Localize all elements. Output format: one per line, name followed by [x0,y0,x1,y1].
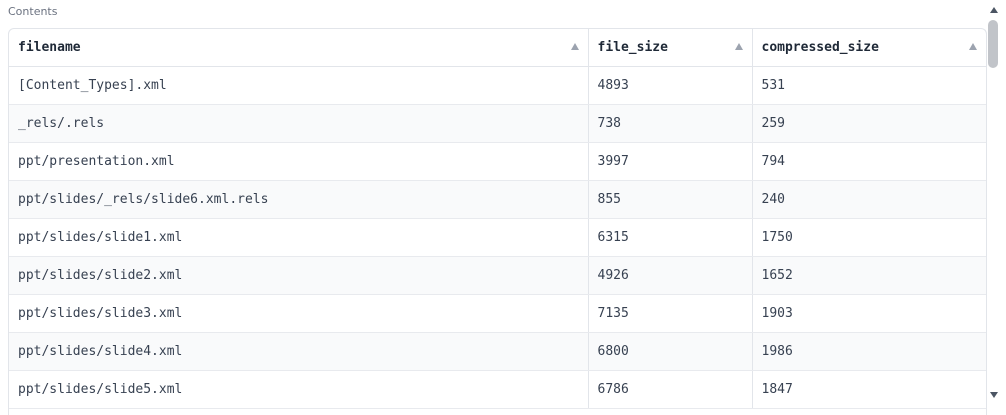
scrollbar-thumb[interactable] [988,20,998,68]
cell-compressed-size: 1986 [751,332,986,371]
sort-ascending-icon[interactable] [969,43,977,50]
table-row[interactable]: _rels/.rels 738 259 [9,104,986,143]
cell-filename: ppt/slides/slide5.xml [9,370,588,409]
cell-file-size: 6786 [587,370,752,409]
column-header-label: file_size [597,40,668,55]
table-row[interactable]: ppt/slides/slide3.xml 7135 1903 [9,294,986,333]
column-header-label: filename [18,40,81,55]
cell-compressed-size: 531 [751,66,986,105]
cell-compressed-size: 259 [751,104,986,143]
section-label: Contents [8,5,58,18]
column-header-label: compressed_size [761,40,879,55]
table-row[interactable]: ppt/slides/slide5.xml 6786 1847 [9,370,986,409]
cell-filename: ppt/slides/slide1.xml [9,218,588,257]
contents-table-container: filename file_size compressed_size [Cont… [8,28,987,415]
column-header-filename[interactable]: filename [9,29,588,67]
cell-compressed-size: 1903 [751,294,986,333]
table-row[interactable]: ppt/slides/slide2.xml 4926 1652 [9,256,986,295]
table-row[interactable]: ppt/slides/slide1.xml 6315 1750 [9,218,986,257]
cell-file-size: 6315 [587,218,752,257]
table-header-row: filename file_size compressed_size [9,29,986,67]
cell-compressed-size: 1750 [751,218,986,257]
cell-file-size: 3997 [587,142,752,181]
cell-compressed-size: 794 [751,142,986,181]
cell-filename: [Content_Types].xml [9,66,588,105]
cell-file-size: 7135 [587,294,752,333]
sort-ascending-icon[interactable] [570,43,579,50]
cell-compressed-size: 240 [751,180,986,219]
table-row[interactable]: ppt/slides/slide4.xml 6800 1986 [9,332,986,371]
table-row[interactable]: [Content_Types].xml 4893 531 [9,66,986,105]
contents-table: filename file_size compressed_size [Cont… [9,29,986,409]
column-header-file-size[interactable]: file_size [587,29,752,67]
cell-file-size: 4893 [587,66,752,105]
table-row[interactable]: ppt/slides/_rels/slide6.xml.rels 855 240 [9,180,986,219]
cell-filename: ppt/presentation.xml [9,142,588,181]
table-row[interactable]: ppt/presentation.xml 3997 794 [9,142,986,181]
cell-filename: ppt/slides/slide2.xml [9,256,588,295]
cell-filename: ppt/slides/slide3.xml [9,294,588,333]
sort-ascending-icon[interactable] [734,43,743,50]
cell-file-size: 855 [587,180,752,219]
cell-filename: ppt/slides/slide4.xml [9,332,588,371]
cell-filename: ppt/slides/_rels/slide6.xml.rels [9,180,588,219]
cell-compressed-size: 1847 [751,370,986,409]
cell-compressed-size: 1652 [751,256,986,295]
cell-file-size: 6800 [587,332,752,371]
scroll-down-arrow-icon[interactable] [990,392,998,398]
cell-file-size: 738 [587,104,752,143]
cell-file-size: 4926 [587,256,752,295]
scroll-up-arrow-icon[interactable] [990,7,998,13]
vertical-scrollbar[interactable] [988,0,1000,414]
column-header-compressed-size[interactable]: compressed_size [751,29,986,67]
cell-filename: _rels/.rels [9,104,588,143]
